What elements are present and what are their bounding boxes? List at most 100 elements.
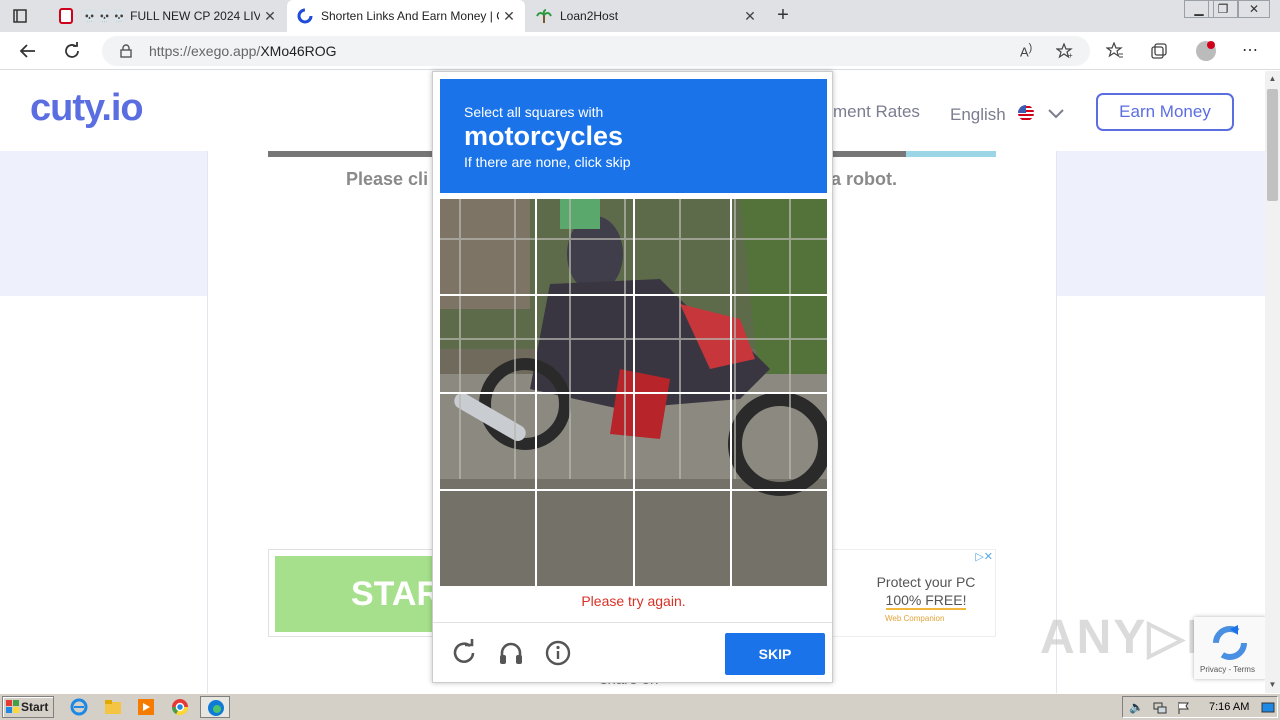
url-text: https://exego.app/XMo46ROG xyxy=(149,43,337,59)
tile-image xyxy=(537,490,633,586)
challenge-footer: SKIP xyxy=(433,622,832,682)
address-bar-row: https://exego.app/XMo46ROG A) + ⋯ xyxy=(0,32,1280,70)
challenge-tile-3-0[interactable] xyxy=(440,490,536,586)
recaptcha-badge[interactable]: Privacy - Terms xyxy=(1194,617,1265,679)
tab-title: Loan2Host xyxy=(560,9,619,23)
audio-challenge-icon[interactable] xyxy=(497,639,525,667)
recaptcha-terms[interactable]: Privacy - Terms xyxy=(1200,665,1255,674)
lock-icon[interactable] xyxy=(119,44,133,58)
tile-image xyxy=(731,296,827,392)
more-options-icon[interactable]: ⋯ xyxy=(1242,40,1258,60)
show-desktop-icon[interactable] xyxy=(1261,701,1275,715)
recaptcha-challenge-dialog: Select all squares with motorcycles If t… xyxy=(432,71,833,683)
document-red-icon xyxy=(59,8,73,24)
tile-image xyxy=(440,296,536,392)
url-path: XMo46ROG xyxy=(260,43,337,59)
close-window-button[interactable]: ✕ xyxy=(1238,0,1270,18)
add-favorite-icon[interactable]: + xyxy=(1056,43,1074,59)
challenge-tile-2-2[interactable] xyxy=(634,393,730,489)
challenge-tile-0-0[interactable] xyxy=(440,199,536,295)
ad-subline: 100% FREE! xyxy=(831,592,1021,610)
tile-image xyxy=(634,199,730,295)
chrome-icon[interactable] xyxy=(171,698,189,716)
tile-image xyxy=(440,199,536,295)
windows-taskbar: Start 🔈 7:16 AM xyxy=(0,693,1280,720)
profile-badge-icon xyxy=(1207,41,1215,49)
challenge-tile-2-3[interactable] xyxy=(731,393,827,489)
file-explorer-icon[interactable] xyxy=(104,698,122,716)
network-icon[interactable] xyxy=(1153,701,1167,715)
start-button[interactable]: STAR xyxy=(275,556,445,632)
vertical-scrollbar[interactable]: ▲ ▼ xyxy=(1265,71,1280,693)
svg-text:+: + xyxy=(1068,51,1073,59)
scroll-down-icon[interactable]: ▼ xyxy=(1265,677,1280,693)
restore-button[interactable]: ❐ xyxy=(1208,0,1238,18)
tile-image xyxy=(634,490,730,586)
close-tab-icon[interactable]: ✕ xyxy=(740,8,760,25)
edge-icon xyxy=(208,700,224,716)
challenge-tile-0-3[interactable] xyxy=(731,199,827,295)
tab-cuty[interactable]: Shorten Links And Earn Money | C ✕ xyxy=(287,0,525,32)
reload-button[interactable] xyxy=(59,39,85,63)
close-tab-icon[interactable]: ✕ xyxy=(499,8,519,25)
media-player-icon[interactable] xyxy=(137,698,155,716)
edge-taskbar-button[interactable] xyxy=(200,696,230,718)
back-button[interactable] xyxy=(15,39,41,63)
challenge-tile-2-0[interactable] xyxy=(440,393,536,489)
scroll-thumb[interactable] xyxy=(1267,89,1278,201)
ad-choices-icon[interactable]: ▷✕ xyxy=(975,550,993,563)
tile-image xyxy=(731,393,827,489)
ad-subline-text: 100% FREE! xyxy=(885,592,967,610)
chevron-down-icon xyxy=(1048,109,1064,119)
ad-banner[interactable]: ▷✕ Protect your PC 100% FREE! Web Compan… xyxy=(830,549,996,637)
site-logo[interactable]: cuty.io xyxy=(30,87,144,130)
challenge-tile-3-1[interactable] xyxy=(537,490,633,586)
tab-loan2host[interactable]: Loan2Host ✕ xyxy=(526,0,766,32)
read-aloud-icon[interactable]: A) xyxy=(1020,42,1032,59)
tab-title: 💀💀💀 FULL NEW CP 2024 LIVESTR xyxy=(82,9,260,23)
progress-bar-right-accent xyxy=(906,151,996,157)
challenge-tile-0-1[interactable] xyxy=(537,199,633,295)
challenge-tile-2-1[interactable] xyxy=(537,393,633,489)
new-tab-button[interactable]: + xyxy=(772,4,794,28)
reload-challenge-icon[interactable] xyxy=(450,639,478,667)
earn-money-button[interactable]: Earn Money xyxy=(1096,93,1234,131)
challenge-tile-1-3[interactable] xyxy=(731,296,827,392)
close-tab-icon[interactable]: ✕ xyxy=(260,8,280,25)
tab-actions-icon[interactable] xyxy=(10,6,30,26)
challenge-tile-1-2[interactable] xyxy=(634,296,730,392)
scroll-up-icon[interactable]: ▲ xyxy=(1265,71,1280,87)
info-icon[interactable] xyxy=(544,639,572,667)
flag-icon[interactable] xyxy=(1177,701,1191,715)
reload-icon xyxy=(65,42,79,58)
payment-rates-link[interactable]: ment Rates xyxy=(833,102,920,122)
collections-icon[interactable] xyxy=(1150,42,1168,60)
challenge-tile-3-3[interactable] xyxy=(731,490,827,586)
tile-image xyxy=(537,296,633,392)
tile-image xyxy=(440,393,536,489)
challenge-tile-3-2[interactable] xyxy=(634,490,730,586)
start-button-taskbar[interactable]: Start xyxy=(2,696,54,718)
url-bar[interactable]: https://exego.app/XMo46ROG A) + xyxy=(102,36,1090,66)
windows-logo-icon xyxy=(6,700,19,713)
profile-avatar[interactable] xyxy=(1196,41,1216,61)
tile-image xyxy=(634,296,730,392)
internet-explorer-icon[interactable] xyxy=(70,698,88,716)
challenge-tile-1-1[interactable] xyxy=(537,296,633,392)
challenge-target: motorcycles xyxy=(464,121,624,151)
volume-icon[interactable]: 🔈 xyxy=(1129,700,1144,714)
favorites-icon[interactable] xyxy=(1106,42,1124,60)
tab-strip: 💀💀💀 FULL NEW CP 2024 LIVESTR ✕ Shorten L… xyxy=(0,0,1280,32)
url-host: https://exego.app/ xyxy=(149,43,261,59)
challenge-tile-1-0[interactable] xyxy=(440,296,536,392)
skip-button[interactable]: SKIP xyxy=(725,633,825,675)
challenge-image-grid xyxy=(440,199,827,586)
language-selector[interactable]: English xyxy=(950,102,1065,125)
tab-livestream[interactable]: 💀💀💀 FULL NEW CP 2024 LIVESTR ✕ xyxy=(48,0,286,32)
ad-headline: Protect your PC xyxy=(876,574,976,590)
challenge-tile-0-2[interactable] xyxy=(634,199,730,295)
recaptcha-logo-icon xyxy=(1213,625,1247,660)
palm-tree-icon xyxy=(536,9,552,23)
robot-check-text-left: Please cli xyxy=(346,169,429,189)
tile-image xyxy=(537,199,633,295)
